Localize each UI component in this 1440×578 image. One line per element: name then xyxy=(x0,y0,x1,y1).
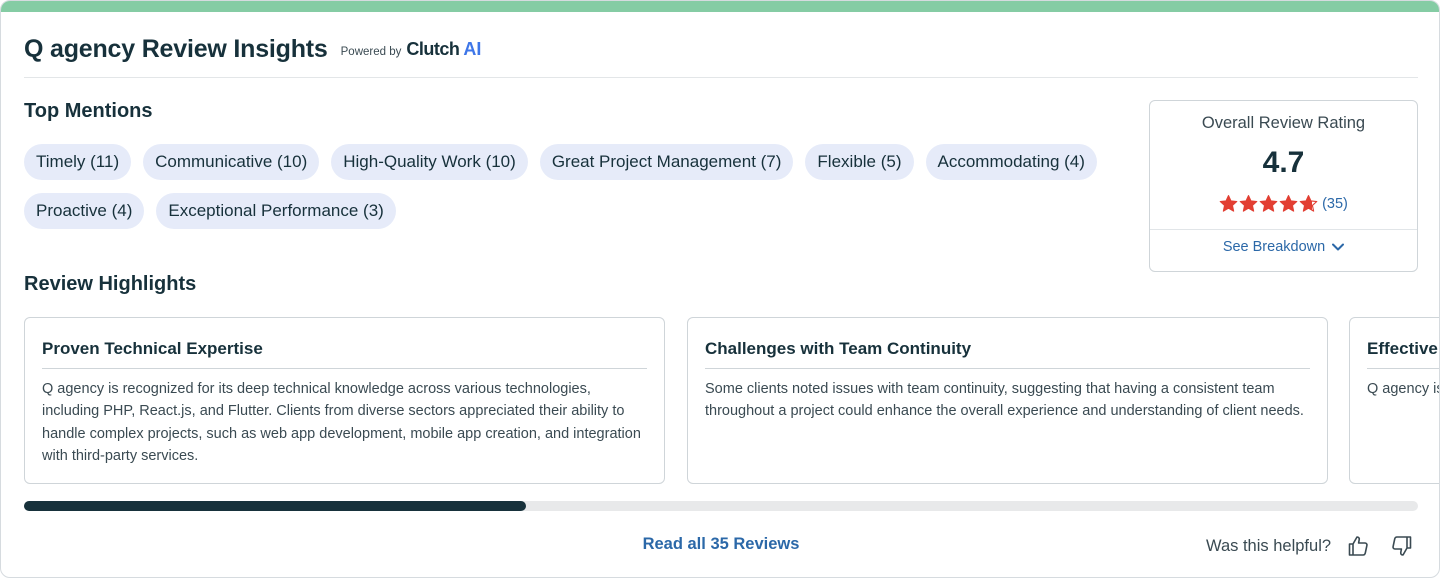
highlights-scrollbar-thumb[interactable] xyxy=(24,501,526,511)
rating-stars-row: (35) xyxy=(1150,194,1417,213)
star-rating xyxy=(1219,194,1318,213)
mention-chip-exceptional-performance: Exceptional Performance (3) xyxy=(156,193,396,229)
star-icon xyxy=(1259,195,1278,212)
review-count-link[interactable]: (35) xyxy=(1322,196,1348,212)
review-insights-card: Q agency Review Insights Powered by Clut… xyxy=(0,0,1440,578)
mention-chip-timely: Timely (11) xyxy=(24,144,132,180)
highlight-title: Proven Technical Expertise xyxy=(42,339,263,358)
overall-rating-label: Overall Review Rating xyxy=(1201,114,1366,132)
highlight-text: Q agency is recognized for its deep tech… xyxy=(42,381,641,464)
highlight-divider xyxy=(1367,368,1439,369)
highlights-scrollbar[interactable] xyxy=(24,501,1418,511)
overall-rating-value: 4.7 xyxy=(1262,146,1305,179)
chip-row: Proactive (4) Exceptional Performance (3… xyxy=(24,193,1124,229)
chevron-down-icon xyxy=(1332,243,1345,251)
insights-header: Q agency Review Insights Powered by Clut… xyxy=(24,35,481,64)
ai-logo-text: AI xyxy=(463,39,482,59)
star-icon xyxy=(1299,195,1318,212)
thumbs-down-icon xyxy=(1392,536,1412,556)
clutch-logo-text: Clutch xyxy=(406,39,460,59)
overall-rating-box: Overall Review Rating 4.7 (35) See Break… xyxy=(1149,100,1418,272)
helpful-feedback: Was this helpful? xyxy=(1206,533,1415,559)
highlight-title: Effective xyxy=(1367,339,1438,358)
highlight-title: Challenges with Team Continuity xyxy=(705,339,972,358)
insights-title: Q agency Review Insights xyxy=(24,35,328,63)
highlight-card: Proven Technical Expertise Q agency is r… xyxy=(24,317,665,484)
thumbs-up-icon xyxy=(1348,536,1368,556)
top-mentions-chips: Timely (11) Communicative (10) High-Qual… xyxy=(24,144,1124,242)
powered-by-label: Powered by xyxy=(340,46,402,58)
mention-chip-high-quality-work: High-Quality Work (10) xyxy=(331,144,528,180)
top-mentions-heading: Top Mentions xyxy=(24,100,153,122)
thumbs-down-button[interactable] xyxy=(1389,533,1415,559)
accent-strip xyxy=(1,1,1439,12)
header-divider xyxy=(24,77,1418,78)
mention-chip-communicative: Communicative (10) xyxy=(143,144,320,180)
highlight-text: Q agency is communica their struct xyxy=(1367,381,1439,397)
highlight-divider xyxy=(42,368,647,369)
highlight-card-partial: Effective Q agency is communica their st… xyxy=(1349,317,1439,484)
mention-chip-accommodating: Accommodating (4) xyxy=(925,144,1097,180)
star-icon xyxy=(1279,195,1298,212)
rating-divider xyxy=(1150,229,1417,230)
helpful-label: Was this helpful? xyxy=(1206,536,1332,555)
see-breakdown-button[interactable]: See Breakdown xyxy=(1150,239,1417,255)
mention-chip-great-project-management: Great Project Management (7) xyxy=(539,144,794,180)
powered-by-clutch-ai: Powered by Clutch AI xyxy=(341,39,482,60)
chip-row: Timely (11) Communicative (10) High-Qual… xyxy=(24,144,1124,180)
highlight-card: Challenges with Team Continuity Some cli… xyxy=(687,317,1328,484)
highlight-divider xyxy=(705,368,1310,369)
star-icon xyxy=(1239,195,1258,212)
star-icon xyxy=(1219,195,1238,212)
mention-chip-proactive: Proactive (4) xyxy=(24,193,145,229)
see-breakdown-label: See Breakdown xyxy=(1222,239,1326,255)
review-highlights-heading: Review Highlights xyxy=(24,273,197,295)
highlight-text: Some clients noted issues with team cont… xyxy=(705,381,1304,420)
thumbs-up-button[interactable] xyxy=(1345,533,1371,559)
mention-chip-flexible: Flexible (5) xyxy=(805,144,914,180)
